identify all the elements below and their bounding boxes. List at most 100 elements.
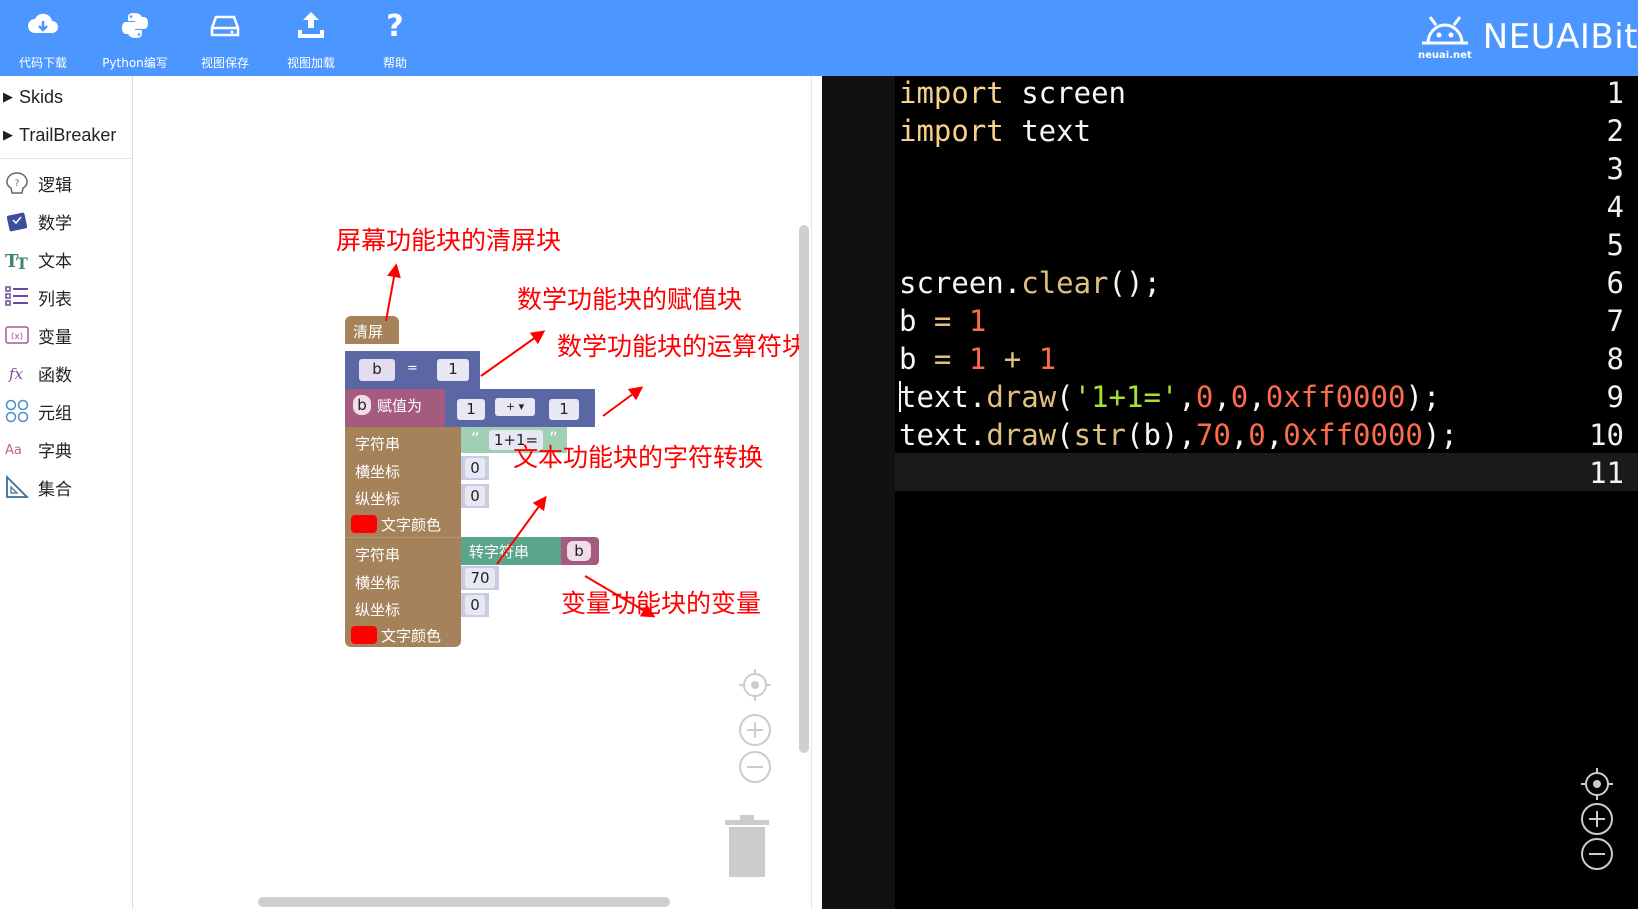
editor-zoom-out-icon[interactable] [1580,837,1614,871]
line-number: 8 [1606,342,1624,376]
category-label: 字典 [38,441,72,462]
view-save-button[interactable]: 视图保存 [190,0,260,76]
category-set[interactable]: 集合 [0,469,132,505]
category-logic[interactable]: ? 逻辑 [0,165,132,201]
category-list[interactable]: 列表 [0,279,132,315]
tree-item-skids[interactable]: ▶ Skids [0,80,132,114]
annotation-arrows [385,263,656,618]
line-number: 11 [1589,456,1624,490]
robot-logo-icon [1421,16,1468,45]
category-math[interactable]: 数学 [0,203,132,239]
view-load-label: 视图加载 [286,56,335,70]
cloud-download-icon [28,13,58,33]
arrow-operator [602,386,644,417]
category-label: 逻辑 [38,175,72,196]
set-icon [4,474,30,500]
code-editor[interactable]: 1 2 3 4 5 6 7 8 9 10 11 import screen im… [822,76,1638,909]
category-dict[interactable]: Aa 字典 [0,431,132,467]
code-line: b = 1 [899,304,987,338]
arrow-convert [496,495,547,565]
arrow-clear [385,263,401,322]
line-number: 3 [1606,152,1624,186]
text-cursor [899,381,901,412]
editor-recenter-icon[interactable] [1580,767,1614,801]
zoom-in-icon[interactable] [738,713,772,747]
dict-icon: Aa [4,436,30,462]
python-edit-label: Python编写 [102,56,168,70]
line-number: 10 [1589,418,1624,452]
category-label: 变量 [38,327,72,348]
drive-save-icon [210,15,240,37]
trash-icon[interactable] [723,814,771,880]
help-label: 帮助 [382,56,407,70]
arrow-assign [480,330,546,377]
recenter-icon[interactable] [738,668,772,702]
line-number: 6 [1606,266,1624,300]
category-label: 函数 [38,365,72,386]
category-text[interactable]: TT 文本 [0,241,132,277]
active-line-highlight [895,453,1638,491]
editor-zoom-in-icon[interactable] [1580,802,1614,836]
line-number: 9 [1606,380,1624,414]
zoom-out-icon[interactable] [738,750,772,784]
svg-text:(x): (x) [11,332,23,342]
category-label: 列表 [38,289,72,310]
line-number-gutter [822,76,895,909]
svg-text:?: ? [15,179,20,189]
arrow-variable [584,575,656,618]
python-edit-button[interactable]: Python编写 [95,0,175,76]
list-icon [4,284,30,310]
brand-small-text: neuai.net [1417,50,1472,61]
category-function[interactable]: fx 函数 [0,355,132,391]
line-number: 1 [1606,76,1624,110]
neuai-logo-mark: neuai.net [1417,13,1473,61]
tree-item-trailbreaker[interactable]: ▶ TrailBreaker [0,118,132,152]
svg-text:?: ? [386,9,403,42]
logic-icon: ? [4,170,30,196]
tree-item-label: TrailBreaker [19,124,117,145]
tree-item-label: Skids [19,86,64,107]
code-download-button[interactable]: 代码下载 [8,0,78,76]
top-toolbar: 代码下载 Python编写 视图保存 视图加载 ? 帮助 neuai.net N… [0,0,1638,76]
workspace-horizontal-scrollbar[interactable] [258,897,670,907]
caret-right-icon: ▶ [3,89,13,104]
brand-name: NEUAIBit [1482,17,1638,57]
code-line: text.draw(str(b),70,0,0xff0000); [899,418,1458,452]
code-line: import text [899,114,1092,148]
text-icon: TT [4,246,30,272]
line-number: 5 [1606,228,1624,262]
workspace-vertical-scrollbar[interactable] [799,225,809,753]
pane-splitter[interactable] [811,76,822,909]
python-icon [122,13,148,38]
view-load-button[interactable]: 视图加载 [276,0,346,76]
category-label: 文本 [38,251,72,272]
block-toolbox: ▶ Skids ▶ TrailBreaker ? 逻辑 数学 TT 文本 列表 … [0,76,133,909]
blockly-workspace[interactable]: 清屏 b = 1 b 赋值为 1 + ▾ 1 字符串 横坐标 纵坐标 文字颜色 … [133,76,811,909]
view-save-label: 视图保存 [200,56,249,70]
code-line: import screen [899,76,1126,110]
tuple-icon [4,398,30,424]
line-number: 2 [1606,114,1624,148]
caret-right-icon: ▶ [3,127,13,142]
category-variable[interactable]: (x) 变量 [0,317,132,353]
function-icon: fx [4,360,30,386]
category-label: 元组 [38,403,72,424]
svg-text:Aa: Aa [5,443,22,458]
code-line: screen.clear(); [899,266,1161,300]
help-button[interactable]: ? 帮助 [365,0,425,76]
category-tuple[interactable]: 元组 [0,393,132,429]
line-number: 7 [1606,304,1624,338]
math-icon [4,208,30,234]
svg-text:fx: fx [8,365,24,383]
code-line: b = 1 + 1 [899,342,1057,376]
code-line: text.draw('1+1=',0,0,0xff0000); [899,380,1441,414]
category-label: 数学 [38,213,72,234]
toolbox-divider [0,158,132,159]
brand-logo: neuai.net NEUAIBit [1417,4,1638,70]
variable-icon: (x) [4,322,30,348]
line-number: 4 [1606,190,1624,224]
upload-icon [298,12,324,38]
code-download-label: 代码下载 [18,56,67,70]
category-label: 集合 [38,479,72,500]
help-icon: ? [386,9,403,42]
